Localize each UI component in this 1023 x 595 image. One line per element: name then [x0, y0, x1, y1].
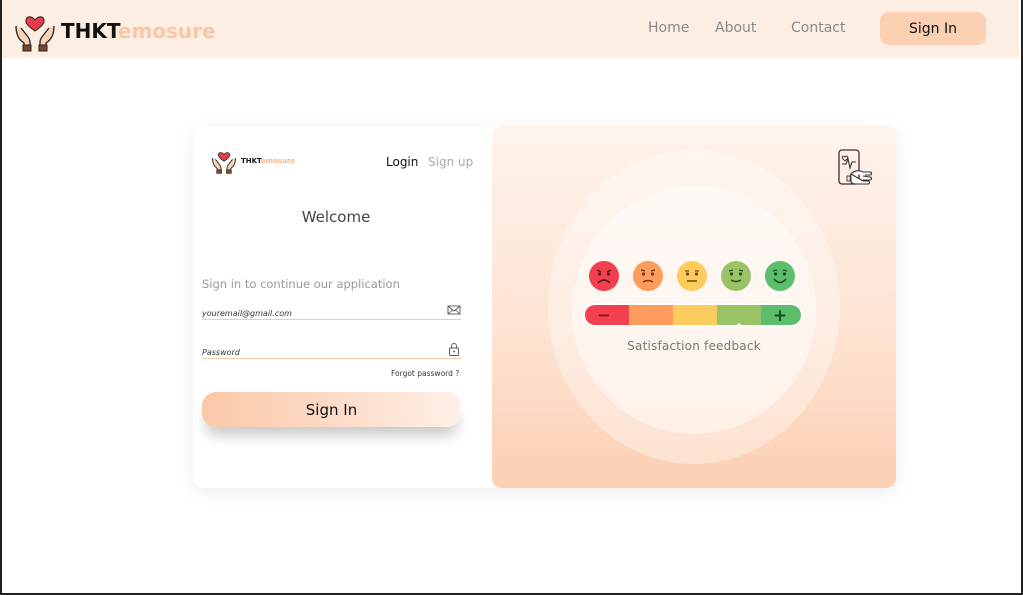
scale-segment-2 [629, 305, 673, 325]
navbar: THKTemosure Home About Contact Sign In [2, 0, 1019, 58]
password-field [202, 340, 461, 359]
nav-link-contact[interactable]: Contact [791, 20, 845, 36]
small-brand-name: THKTemosure [241, 157, 295, 165]
unhappy-face-icon [633, 261, 663, 291]
very-unhappy-face-icon [589, 261, 619, 291]
scale-plus-label: + [773, 306, 787, 326]
welcome-heading: Welcome [301, 208, 371, 226]
signin-subtitle: Sign in to continue our application [202, 277, 400, 291]
scale-segment-4 [717, 305, 761, 325]
small-brand-light: emosure [260, 157, 296, 165]
brand-name-light: emosure [117, 19, 216, 43]
neutral-face-icon [677, 261, 707, 291]
tab-signup[interactable]: Sign up [428, 155, 473, 169]
tab-login[interactable]: Login [386, 155, 418, 169]
happy-face-icon [721, 261, 751, 291]
hands-heart-logo-icon [15, 16, 55, 52]
email-field [202, 301, 461, 320]
nav-link-home[interactable]: Home [648, 20, 689, 36]
satisfaction-feedback-label: Satisfaction feedback [627, 339, 761, 353]
email-input[interactable] [202, 309, 442, 318]
password-input[interactable] [202, 348, 442, 357]
very-happy-face-icon [765, 261, 795, 291]
small-brand-dark: THKT [241, 157, 261, 165]
forgot-password-link[interactable]: Forgot password ? [391, 369, 459, 378]
login-panel: THKTemosure Login Sign up Welcome Sign i… [193, 126, 492, 488]
lock-icon [449, 343, 459, 356]
heart-monitor-device-icon [838, 149, 873, 185]
hands-heart-logo-icon [211, 152, 237, 174]
scale-segment-3 [673, 305, 717, 325]
nav-link-about[interactable]: About [715, 20, 756, 36]
envelope-icon [447, 305, 461, 315]
signin-button[interactable]: Sign In [202, 392, 461, 427]
login-card: THKTemosure Login Sign up Welcome Sign i… [193, 126, 896, 488]
feedback-illustration-panel: − + Satisfaction feedback [492, 126, 896, 488]
satisfaction-scale: − + [583, 303, 803, 328]
brand-name: THKTemosure [61, 19, 216, 43]
nav-signin-button[interactable]: Sign In [880, 12, 986, 45]
scale-minus-label: − [597, 306, 610, 325]
brand-name-dark: THKT [61, 19, 118, 43]
